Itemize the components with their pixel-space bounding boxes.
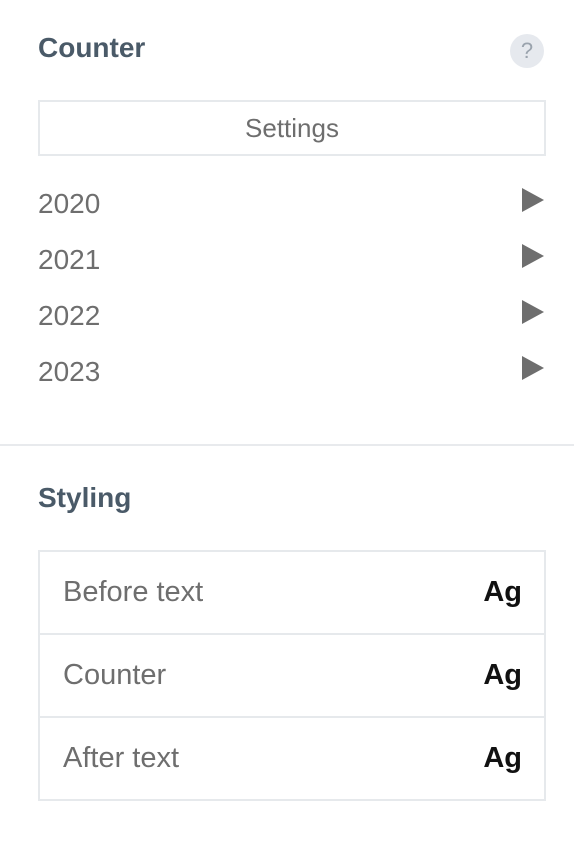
style-row-before-text[interactable]: Before text Ag [40,552,544,635]
play-icon [522,188,544,212]
year-item-2020[interactable]: 2020 [38,176,544,232]
settings-button[interactable]: Settings [38,100,546,156]
style-row-label: After text [63,742,180,774]
styling-section-title: Styling [38,482,132,513]
counter-settings-panel: Counter ? Settings 2020 2021 2022 2023 S… [0,0,574,850]
play-icon [522,300,544,324]
year-label: 2022 [38,300,101,331]
typography-icon[interactable]: Ag [483,661,522,690]
styling-list: Before text Ag Counter Ag After text Ag [38,550,546,801]
style-row-after-text[interactable]: After text Ag [40,718,544,799]
year-list: 2020 2021 2022 2023 [38,176,544,400]
year-label: 2023 [38,356,101,387]
year-label: 2020 [38,188,101,219]
year-item-2023[interactable]: 2023 [38,344,544,400]
style-row-label: Before text [63,576,204,608]
play-icon [522,356,544,380]
year-item-2022[interactable]: 2022 [38,288,544,344]
section-divider [0,444,574,446]
style-row-counter[interactable]: Counter Ag [40,635,544,718]
help-icon[interactable]: ? [510,34,544,68]
typography-icon[interactable]: Ag [483,744,522,773]
counter-section-title: Counter [38,32,146,63]
year-item-2021[interactable]: 2021 [38,232,544,288]
style-row-label: Counter [63,659,167,691]
typography-icon[interactable]: Ag [483,578,522,607]
year-label: 2021 [38,244,101,275]
play-icon [522,244,544,268]
